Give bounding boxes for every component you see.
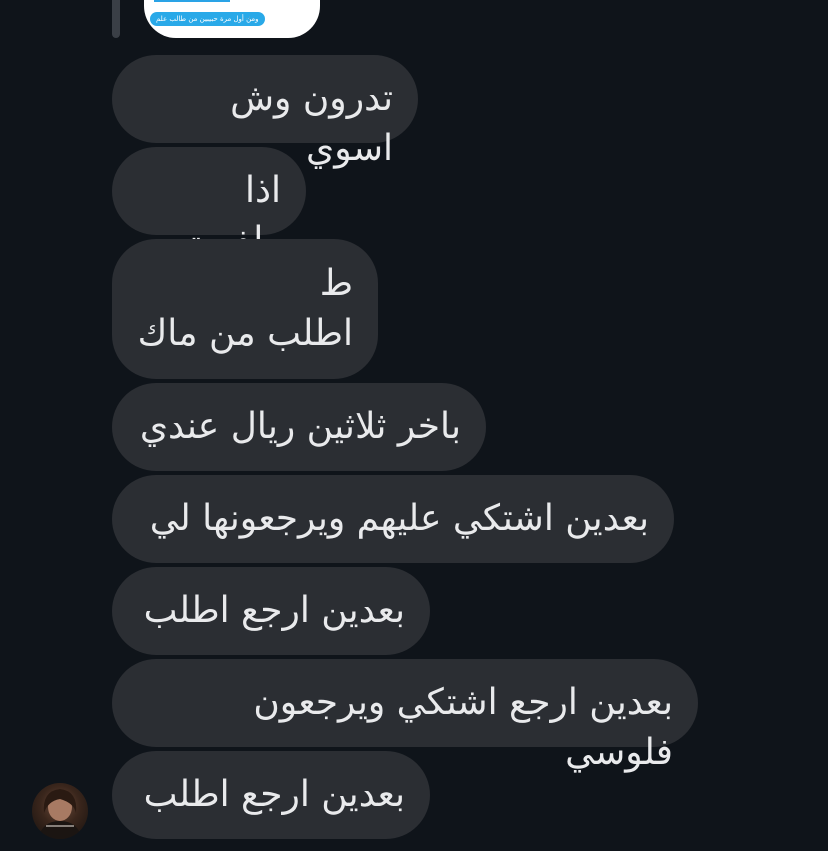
shared-post-card[interactable]: ومن أول مرة حبيبين من طالب علم ٠٠:٠ bbox=[144, 0, 320, 38]
message-bubble[interactable]: تدرون وش اسوي bbox=[112, 55, 418, 169]
message-bubble[interactable]: بعدين اشتكي عليهم ويرجعونها لي bbox=[112, 475, 674, 563]
avatar-portrait-icon bbox=[38, 789, 82, 839]
message-bubble[interactable]: باخر ثلاثين ريال عندي bbox=[112, 383, 486, 471]
message-bubble[interactable]: ط اطلب من ماك bbox=[112, 239, 378, 379]
shared-post-divider bbox=[154, 0, 230, 2]
thread-line bbox=[112, 0, 120, 38]
message-bubble[interactable]: بعدين ارجع اطلب bbox=[112, 751, 430, 839]
sender-avatar[interactable] bbox=[32, 783, 88, 839]
message-bubble[interactable]: بعدين ارجع اطلب bbox=[112, 567, 430, 655]
message-bubble[interactable]: اذا طفرت bbox=[112, 147, 306, 261]
shared-post-meta: ٠٠:٠ bbox=[242, 15, 254, 22]
message-bubble[interactable]: بعدين ارجع اشتكي ويرجعون فلوسي bbox=[112, 659, 698, 773]
